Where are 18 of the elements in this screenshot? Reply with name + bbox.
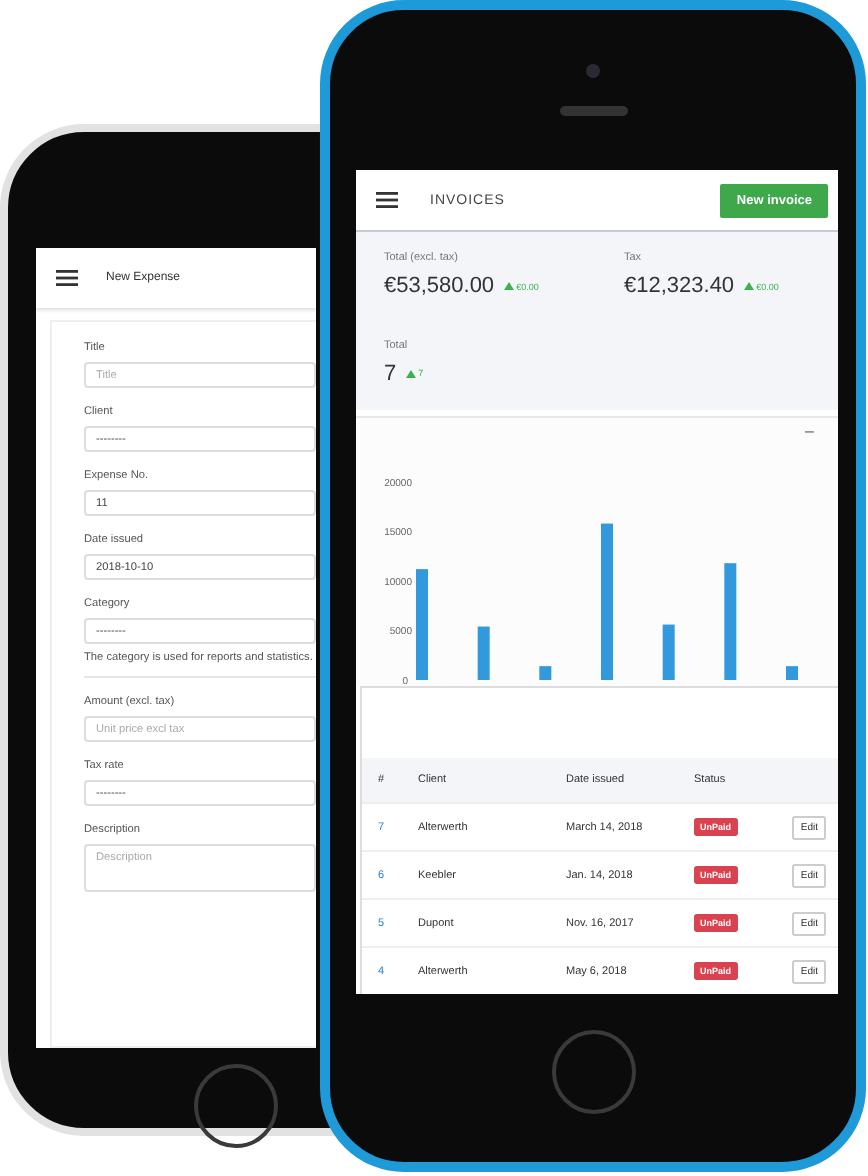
stat-value: €12,323.40 (624, 274, 735, 298)
collapse-toggle[interactable]: – (805, 422, 814, 440)
menu-icon[interactable] (376, 192, 398, 208)
up-arrow-icon (744, 282, 755, 290)
speaker-icon (559, 106, 627, 116)
chart-bar (477, 626, 490, 680)
stat-value: 7 (384, 361, 397, 385)
chart-bar (724, 563, 737, 680)
up-arrow-icon (504, 282, 515, 290)
menu-icon[interactable] (56, 270, 78, 286)
chart-bar (662, 624, 675, 680)
chart-bar (416, 569, 428, 680)
chart-bar (786, 666, 798, 680)
chart-bar (539, 666, 552, 680)
home-button[interactable] (194, 1064, 278, 1148)
stat-value: €53,580.00 (384, 274, 495, 298)
camera-icon (586, 64, 600, 78)
up-arrow-icon (406, 369, 417, 377)
